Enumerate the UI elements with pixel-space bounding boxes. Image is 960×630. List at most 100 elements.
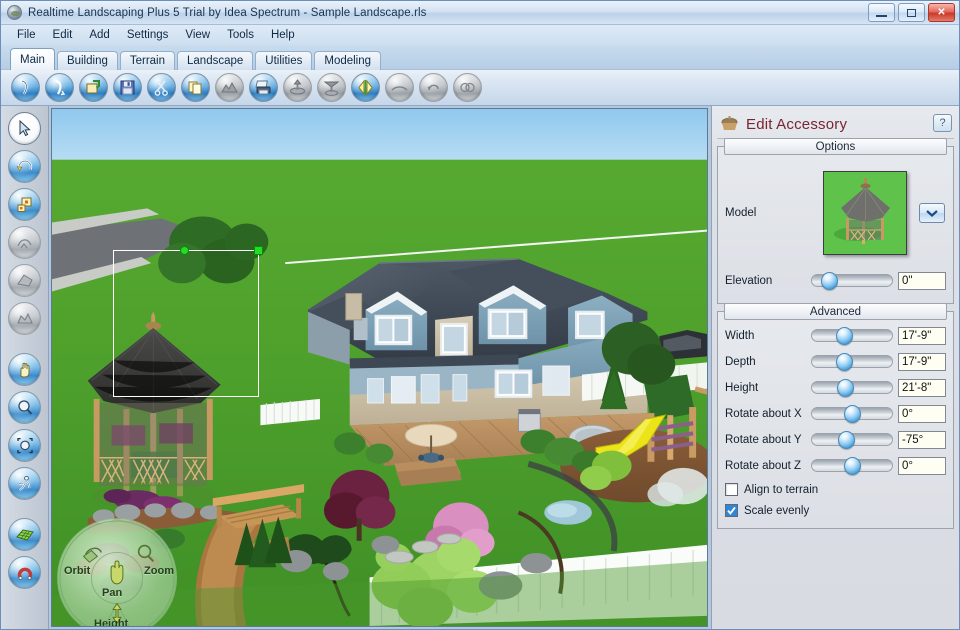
tab-landscape[interactable]: Landscape (177, 51, 254, 70)
tab-building[interactable]: Building (56, 51, 118, 70)
copy-icon[interactable] (181, 73, 210, 102)
menu-item-view[interactable]: View (177, 27, 218, 43)
walkthrough-tool[interactable] (8, 467, 41, 500)
close-button[interactable]: ✕ (928, 3, 955, 22)
raise-object-icon (283, 73, 312, 102)
app-globe-icon (7, 5, 22, 20)
width-row: Width 17'-9" (725, 324, 946, 347)
width-label: Width (725, 329, 755, 342)
depth-slider[interactable] (811, 353, 893, 371)
open-project-icon[interactable] (45, 73, 74, 102)
help-button[interactable]: ? (933, 114, 952, 132)
3d-viewport[interactable]: Orbit Zoom Pan Height (51, 108, 708, 627)
tool-rail (1, 106, 49, 629)
print-icon[interactable] (249, 73, 278, 102)
paste-icon (215, 73, 244, 102)
rotate-y-value[interactable]: -75° (898, 430, 946, 449)
tab-main[interactable]: Main (10, 48, 55, 70)
tab-terrain[interactable]: Terrain (119, 51, 176, 70)
window-title: Realtime Landscaping Plus 5 Trial by Ide… (28, 6, 427, 19)
check-icon (726, 505, 737, 516)
rotate-y-label: Rotate about Y (725, 433, 802, 446)
new-project-icon[interactable] (11, 73, 40, 102)
minimize-button[interactable] (868, 3, 895, 22)
main-toolbar (1, 69, 959, 106)
save-icon[interactable] (113, 73, 142, 102)
rotate-y-slider[interactable] (811, 431, 893, 449)
chevron-down-icon[interactable] (919, 203, 945, 223)
mirror-icon[interactable] (351, 73, 380, 102)
pan-hand-tool[interactable] (8, 353, 41, 386)
menu-item-file[interactable]: File (9, 27, 44, 43)
accessory-thumbnail-icon (721, 116, 738, 130)
gazebo-thumbnail-graphic (824, 172, 906, 254)
rotate-z-value[interactable]: 0° (898, 456, 946, 475)
height-label: Height (725, 381, 759, 394)
advanced-group-title: Advanced (724, 303, 947, 320)
lower-object-icon (317, 73, 346, 102)
width-value[interactable]: 17'-9" (898, 326, 946, 345)
maximize-button[interactable] (898, 3, 925, 22)
menu-item-help[interactable]: Help (263, 27, 303, 43)
title-bar: Realtime Landscaping Plus 5 Trial by Ide… (1, 1, 959, 25)
rotate-x-slider[interactable] (811, 405, 893, 423)
elevation-slider-thumb[interactable] (820, 272, 838, 290)
menu-item-tools[interactable]: Tools (219, 27, 262, 43)
height-value[interactable]: 21'-8" (898, 378, 946, 397)
height-slider[interactable] (811, 379, 893, 397)
rotate-z-slider-thumb[interactable] (844, 457, 861, 475)
import-icon[interactable] (79, 73, 108, 102)
rotate-x-value[interactable]: 0° (898, 404, 946, 423)
scale-evenly-label: Scale evenly (744, 504, 810, 517)
align-to-terrain-label: Align to terrain (744, 483, 819, 496)
rotate-z-slider[interactable] (811, 457, 893, 475)
cut-icon[interactable] (147, 73, 176, 102)
panel-empty-area (717, 529, 954, 629)
polygon-tool (8, 264, 41, 297)
depth-slider-thumb[interactable] (836, 353, 853, 371)
align-to-terrain-checkbox[interactable] (725, 483, 738, 496)
depth-value[interactable]: 17'-9" (898, 352, 946, 371)
viewport-container: Orbit Zoom Pan Height (49, 106, 711, 629)
depth-label: Depth (725, 355, 756, 368)
model-thumbnail[interactable] (823, 171, 907, 255)
rotate-tool[interactable] (8, 150, 41, 183)
menu-item-edit[interactable]: Edit (45, 27, 81, 43)
model-label: Model (725, 207, 757, 219)
zoom-extents-tool[interactable] (8, 429, 41, 462)
elevation-row: Elevation 0" (725, 269, 946, 292)
menu-item-settings[interactable]: Settings (119, 27, 177, 43)
magnet-snap-tool[interactable] (8, 556, 41, 589)
elevation-label: Elevation (725, 274, 773, 287)
rotate-x-label: Rotate about X (725, 407, 802, 420)
tab-modeling[interactable]: Modeling (314, 51, 382, 70)
scale-evenly-checkbox[interactable] (725, 504, 738, 517)
options-group: Options Model Elevation 0" (717, 138, 954, 304)
grid-tool[interactable] (8, 518, 41, 551)
window-controls: ✕ (868, 3, 955, 22)
edit-accessory-panel: Edit Accessory ? Options Model Elevation… (711, 106, 959, 629)
rotate-y-slider-thumb[interactable] (838, 431, 856, 449)
rotate-x-row: Rotate about X 0° (725, 402, 946, 425)
elevation-slider[interactable] (811, 272, 893, 290)
rotate-z-row: Rotate about Z 0° (725, 454, 946, 477)
height-row: Height 21'-8" (725, 376, 946, 399)
workspace: Orbit Zoom Pan Height Edit Accessory ? O… (1, 106, 959, 629)
flatten-icon (385, 73, 414, 102)
depth-row: Depth 17'-9" (725, 350, 946, 373)
tab-utilities[interactable]: Utilities (255, 51, 313, 70)
rotate-x-slider-thumb[interactable] (844, 405, 861, 423)
options-group-title: Options (724, 138, 947, 155)
align-to-terrain-row[interactable]: Align to terrain (725, 480, 946, 499)
scale-evenly-row[interactable]: Scale evenly (725, 501, 946, 520)
width-slider-thumb[interactable] (836, 327, 853, 345)
rotate-y-row: Rotate about Y -75° (725, 428, 946, 451)
zoom-tool[interactable] (8, 391, 41, 424)
select-arrow-tool[interactable] (8, 112, 41, 145)
height-slider-thumb[interactable] (836, 379, 854, 397)
redo-icon (453, 73, 482, 102)
elevation-value[interactable]: 0" (898, 271, 946, 290)
copy-object-tool[interactable] (8, 188, 41, 221)
width-slider[interactable] (811, 327, 893, 345)
menu-item-add[interactable]: Add (81, 27, 117, 43)
